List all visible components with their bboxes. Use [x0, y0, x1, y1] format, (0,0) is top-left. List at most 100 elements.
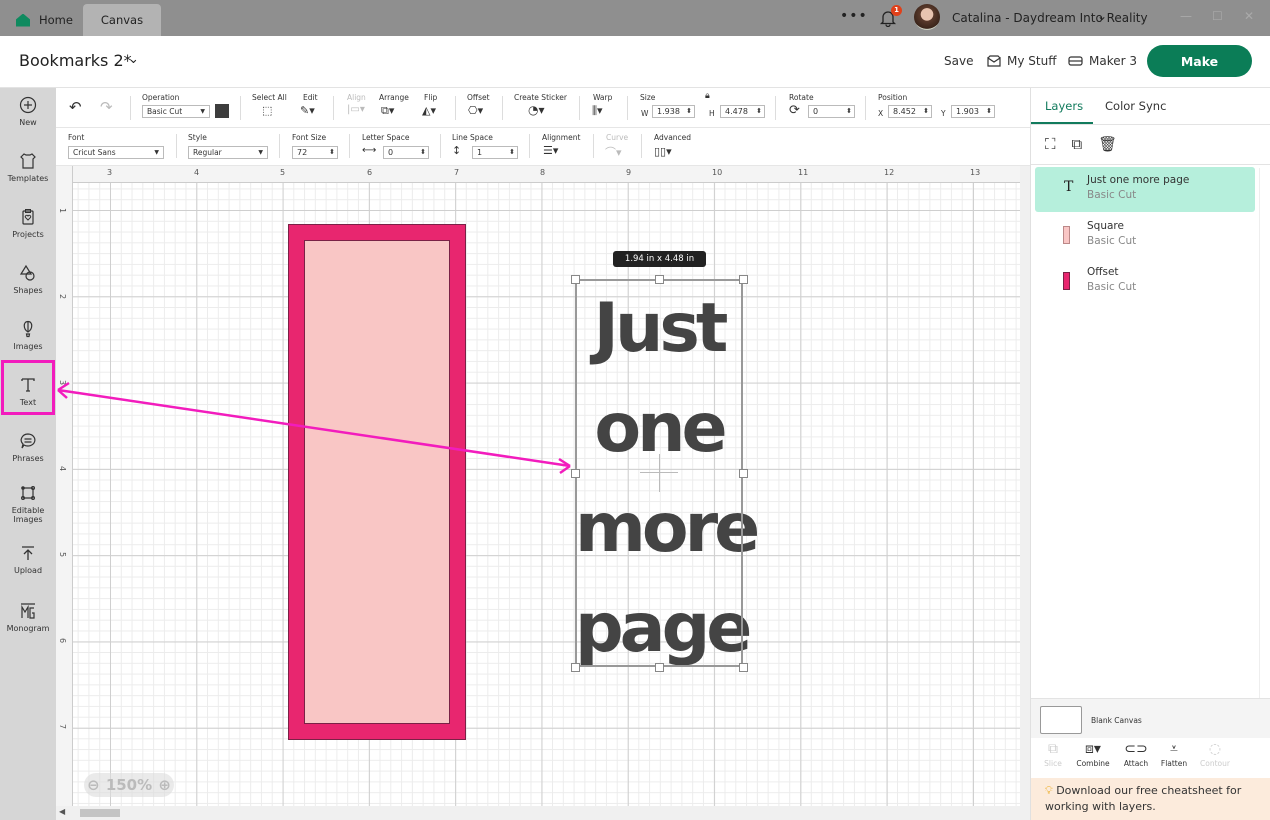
height-input[interactable]: 4.478 ⬍ [720, 105, 765, 118]
flip-icon[interactable]: ◭▾ [422, 104, 436, 117]
font-select[interactable]: Cricut Sans ▼ [68, 146, 164, 159]
more-options-button[interactable]: ••• [840, 8, 868, 24]
chevron-down-icon[interactable]: ⌄ [128, 52, 139, 67]
design-canvas[interactable]: 3 4 5 6 7 8 9 10 11 12 13 1 2 3 4 5 6 7 … [56, 166, 1020, 806]
sidebar-item-upload[interactable]: Upload [0, 544, 56, 575]
operation-color-swatch[interactable] [215, 104, 229, 118]
machine-button[interactable]: Maker 3 [1068, 54, 1137, 68]
slice-button[interactable]: ⧉ Slice [1033, 741, 1073, 768]
spinner-icon[interactable]: ⬍ [686, 106, 692, 117]
position-x-input[interactable]: 8.452 ⬍ [888, 105, 932, 118]
offset-label: Offset [467, 93, 490, 102]
my-stuff-button[interactable]: My Stuff [987, 54, 1056, 68]
avatar[interactable] [914, 4, 940, 30]
layers-scrollbar[interactable] [1259, 168, 1269, 698]
divider [333, 96, 334, 120]
resize-handle-top-right[interactable] [739, 275, 748, 284]
align-icon[interactable]: |▭▾ [347, 104, 365, 115]
attach-label: Attach [1123, 759, 1149, 768]
zoom-out-button[interactable]: ⊖ [87, 776, 100, 794]
trash-icon[interactable]: 🗑︎ [1098, 135, 1117, 153]
save-button[interactable]: Save [944, 54, 973, 68]
chevron-down-icon[interactable]: ⌄ [1097, 9, 1107, 23]
project-title[interactable]: Bookmarks 2* [19, 51, 132, 70]
user-name[interactable]: Catalina - Daydream Into Reality [952, 11, 1148, 25]
minimize-button[interactable]: — [1180, 9, 1192, 23]
spinner-icon[interactable]: ⬍ [923, 106, 929, 117]
horizontal-scrollbar[interactable]: ◀ [56, 806, 1030, 820]
sidebar-item-templates[interactable]: Templates [0, 152, 56, 183]
rotate-icon[interactable]: ⟳ [789, 103, 800, 118]
warp-icon[interactable]: ⫼▾ [592, 104, 603, 118]
spinner-icon[interactable]: ⬍ [846, 106, 852, 117]
cheatsheet-tip[interactable]: 💡︎ Download our free cheatsheet for work… [1031, 778, 1270, 820]
blank-canvas-row[interactable]: Blank Canvas [1031, 698, 1270, 738]
rotate-input[interactable]: 0 ⬍ [808, 105, 855, 118]
curve-icon[interactable]: ⌒▾ [605, 144, 622, 160]
tab-home[interactable]: Home [8, 4, 84, 36]
lock-icon[interactable]: 🔒︎ [705, 91, 710, 101]
sticker-icon[interactable]: ◔▾ [528, 103, 545, 117]
select-all-icon[interactable]: ⬚ [262, 104, 272, 117]
letter-space-input[interactable]: 0 ⬍ [383, 146, 429, 159]
divider [502, 96, 503, 120]
layer-item[interactable]: Offset Basic Cut [1035, 259, 1255, 304]
duplicate-icon[interactable]: ⧉ [1072, 135, 1083, 153]
square-shape[interactable] [304, 240, 450, 724]
attach-button[interactable]: ⊂⊃ Attach [1116, 741, 1156, 768]
sidebar-item-monogram[interactable]: Monogram [0, 602, 56, 633]
sidebar-item-new[interactable]: New [0, 96, 56, 127]
resize-handle-bottom-left[interactable] [571, 663, 580, 672]
operation-select[interactable]: Basic Cut ▼ [142, 105, 210, 118]
sidebar-item-phrases[interactable]: Phrases [0, 432, 56, 463]
resize-handle-right[interactable] [739, 469, 748, 478]
spinner-icon[interactable]: ⬍ [420, 147, 426, 158]
resize-handle-left[interactable] [571, 469, 580, 478]
resize-handle-top-left[interactable] [571, 275, 580, 284]
layer-item[interactable]: T Just one more page Basic Cut [1035, 167, 1255, 212]
pencil-icon[interactable]: ✎▾ [300, 104, 315, 117]
align-text-icon[interactable]: ☰▾ [543, 144, 558, 157]
contour-button[interactable]: ◌ Contour [1195, 741, 1235, 768]
spinner-icon[interactable]: ⬍ [986, 106, 992, 117]
tab-canvas[interactable]: Canvas [83, 4, 161, 36]
layer-item[interactable]: Square Basic Cut [1035, 213, 1255, 258]
tab-layers[interactable]: Layers [1045, 99, 1083, 113]
font-size-input[interactable]: 72 ⬍ [292, 146, 338, 159]
maximize-button[interactable]: ☐ [1212, 9, 1223, 23]
scroll-thumb[interactable] [80, 809, 120, 817]
align-label: Align [347, 93, 366, 102]
tab-color-sync[interactable]: Color Sync [1105, 99, 1166, 113]
spinner-icon[interactable]: ⬍ [756, 106, 762, 117]
resize-handle-bottom-right[interactable] [739, 663, 748, 672]
canvas-grid [73, 183, 1020, 806]
zoom-in-button[interactable]: ⊕ [158, 776, 171, 794]
redo-icon[interactable]: ↷ [100, 98, 113, 116]
position-label: Position [878, 93, 908, 102]
group-icon[interactable]: ⛶ [1045, 135, 1056, 153]
sidebar-item-images[interactable]: Images [0, 320, 56, 351]
make-button[interactable]: Make [1147, 45, 1252, 77]
undo-icon[interactable]: ↶ [69, 98, 82, 116]
sidebar-item-shapes[interactable]: Shapes [0, 264, 56, 295]
advanced-icon[interactable]: ▯▯▾ [654, 145, 672, 158]
spinner-icon[interactable]: ⬍ [509, 147, 515, 158]
width-input[interactable]: 1.938 ⬍ [652, 105, 695, 118]
position-y-input[interactable]: 1.903 ⬍ [951, 105, 995, 118]
combine-button[interactable]: ⧈▾ Combine [1073, 741, 1113, 768]
arrange-icon[interactable]: ⧉▾ [381, 104, 394, 118]
style-label: Style [188, 133, 207, 142]
resize-handle-bottom[interactable] [655, 663, 664, 672]
ruler-label: 10 [712, 168, 723, 177]
style-select[interactable]: Regular ▼ [188, 146, 268, 159]
vertical-scrollbar[interactable] [1020, 166, 1030, 806]
offset-icon[interactable]: ⎔▾ [468, 104, 483, 117]
sidebar-item-projects[interactable]: Projects [0, 208, 56, 239]
scroll-left-icon[interactable]: ◀ [59, 807, 65, 816]
sidebar-item-editable-images[interactable]: Editable Images [0, 484, 56, 524]
spinner-icon[interactable]: ⬍ [329, 147, 335, 158]
line-space-input[interactable]: 1 ⬍ [472, 146, 518, 159]
close-button[interactable]: ✕ [1244, 9, 1254, 23]
resize-handle-top[interactable] [655, 275, 664, 284]
flatten-button[interactable]: ⩡ Flatten [1154, 741, 1194, 768]
